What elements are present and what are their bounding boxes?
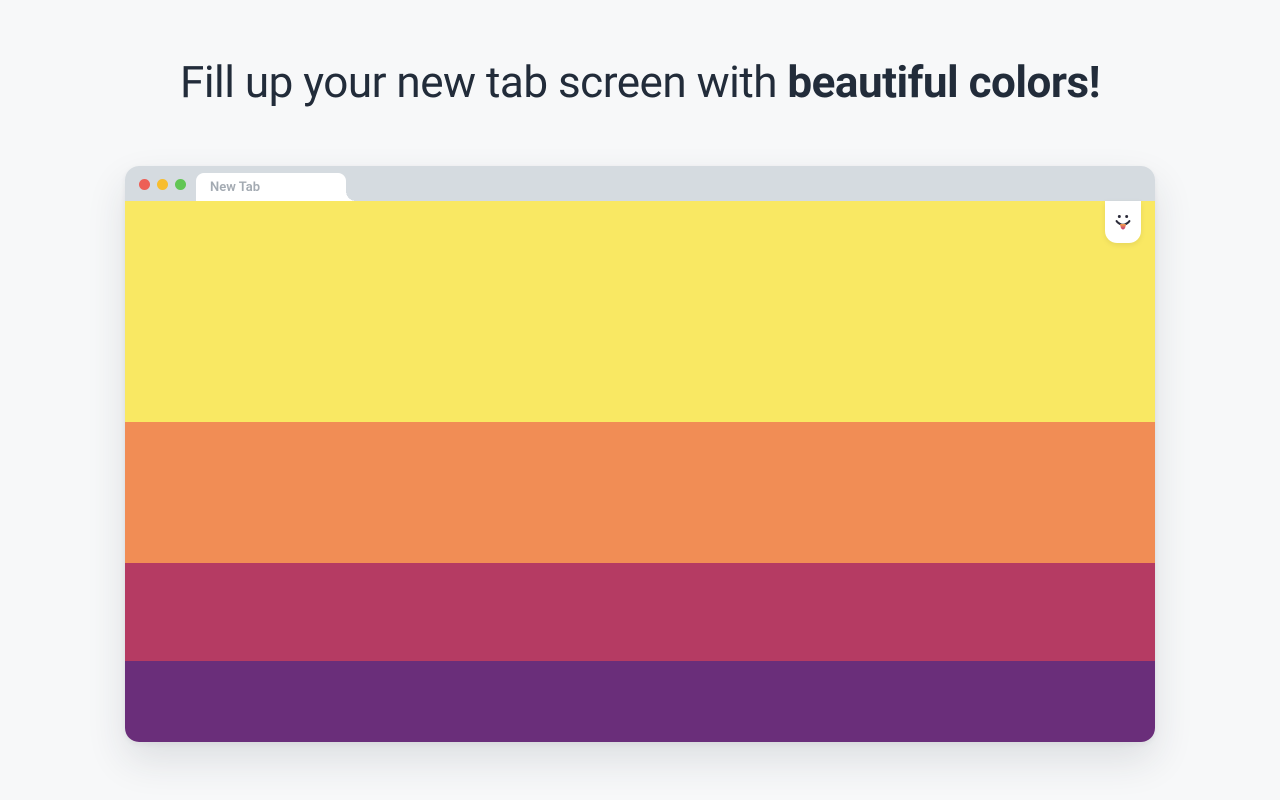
close-window-button[interactable] [139, 179, 150, 190]
extension-badge[interactable] [1105, 201, 1141, 243]
minimize-window-button[interactable] [157, 179, 168, 190]
palette-stripe [125, 563, 1155, 661]
zoom-window-button[interactable] [175, 179, 186, 190]
palette-stripe [125, 422, 1155, 563]
face-tongue-icon [1112, 211, 1134, 233]
palette-stripe [125, 201, 1155, 422]
new-tab-content [125, 201, 1155, 742]
browser-window: New Tab [125, 166, 1155, 742]
browser-tab[interactable]: New Tab [196, 173, 346, 201]
page-headline: Fill up your new tab screen with beautif… [0, 0, 1280, 108]
browser-tab-label: New Tab [210, 180, 260, 195]
headline-prefix: Fill up your new tab screen with [180, 56, 787, 108]
palette-stripe [125, 661, 1155, 742]
browser-titlebar: New Tab [125, 166, 1155, 201]
headline-bold: beautiful colors! [787, 56, 1100, 108]
traffic-lights [139, 179, 186, 190]
